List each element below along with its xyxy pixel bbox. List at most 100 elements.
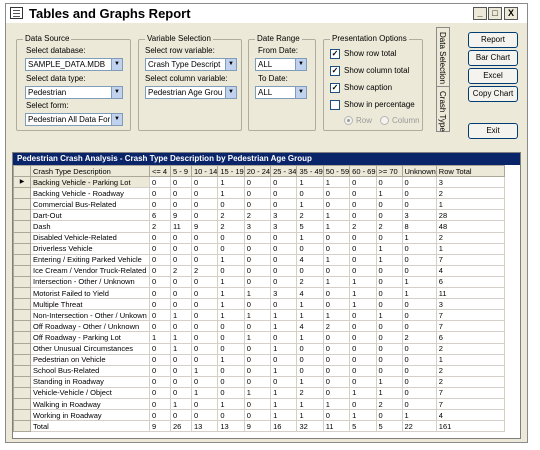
table-row[interactable]: Vehicle-Vehicle / Object 0 0 1 0 1 1 2 0 1 1 0 7 <box>13 386 505 399</box>
table-cell[interactable]: 0 <box>322 331 351 344</box>
table-cell[interactable]: 0 <box>375 409 403 422</box>
table-cell[interactable]: 1 <box>243 287 272 300</box>
row-radio[interactable]: Row <box>344 116 372 126</box>
tab-crash-type[interactable]: Crash Type <box>436 86 450 132</box>
table-row[interactable]: Commercial Bus-Related 0 0 0 0 0 0 1 0 0 0 0 1 <box>13 198 505 211</box>
chevron-down-icon[interactable]: ▼ <box>295 87 306 98</box>
table-cell[interactable]: 2 <box>375 220 403 233</box>
table-cell[interactable]: 0 <box>401 386 437 399</box>
table-cell[interactable]: 0 <box>243 298 272 311</box>
table-cell[interactable]: 0 <box>149 342 171 355</box>
column-header[interactable]: 60 - 69 <box>349 164 377 178</box>
table-cell[interactable]: 1 <box>322 397 351 411</box>
column-header[interactable]: Row Total <box>435 164 505 178</box>
table-cell[interactable]: 1 <box>322 275 351 289</box>
table-cell[interactable]: 0 <box>217 375 245 388</box>
checkbox-checked-icon[interactable]: ✓ <box>330 48 340 59</box>
report-button[interactable]: Report <box>468 32 518 48</box>
column-header[interactable]: 35 - 49 <box>296 164 324 178</box>
table-row[interactable]: Multiple Threat 0 0 0 1 0 0 1 0 1 0 0 3 <box>13 298 505 311</box>
table-cell[interactable]: 9 <box>170 209 192 222</box>
row-selector[interactable] <box>13 242 31 255</box>
table-cell[interactable]: 0 <box>217 231 245 244</box>
table-cell[interactable]: 1 <box>296 176 324 189</box>
row-label-cell[interactable]: Dart-Out <box>30 209 150 222</box>
table-cell[interactable]: 0 <box>170 187 192 200</box>
table-cell[interactable]: 2 <box>375 397 403 411</box>
column-radio[interactable]: Column <box>380 116 420 126</box>
table-row[interactable]: Off Roadway - Parking Lot 1 1 0 0 1 0 1 0 0 0 2 6 <box>13 331 505 344</box>
row-selector[interactable] <box>13 198 31 211</box>
table-cell[interactable]: 0 <box>170 198 192 211</box>
table-cell[interactable]: 0 <box>170 253 192 266</box>
table-row[interactable]: Entering / Exiting Parked Vehicle 0 0 0 1 0 0 4… <box>13 253 505 266</box>
table-cell[interactable]: 0 <box>270 198 298 211</box>
table-row[interactable]: ▶ Backing Vehicle - Parking Lot 0 0 0 1 0 0 1 1 0 0… <box>13 176 505 189</box>
table-cell[interactable]: 0 <box>190 320 219 333</box>
table-cell[interactable]: 6 <box>149 209 171 222</box>
table-cell[interactable]: 6 <box>435 275 505 289</box>
table-cell[interactable]: 0 <box>217 342 245 355</box>
table-cell[interactable]: 1 <box>322 220 351 233</box>
table-cell[interactable]: 0 <box>349 264 377 277</box>
table-cell[interactable]: 2 <box>190 264 219 277</box>
table-cell[interactable]: 0 <box>170 375 192 388</box>
table-cell[interactable]: 0 <box>190 342 219 355</box>
table-cell[interactable]: 7 <box>435 386 505 399</box>
table-cell[interactable]: 0 <box>243 375 272 388</box>
row-label-cell[interactable]: Backing Vehicle - Roadway <box>30 187 150 200</box>
table-cell[interactable]: 3 <box>270 287 298 300</box>
table-cell[interactable]: 22 <box>401 420 437 433</box>
table-cell[interactable]: 0 <box>190 331 219 344</box>
table-cell[interactable]: 2 <box>243 209 272 222</box>
column-header[interactable]: 10 - 14 <box>190 164 219 178</box>
chevron-down-icon[interactable]: ▼ <box>111 114 122 125</box>
table-cell[interactable]: 0 <box>217 242 245 255</box>
results-grid[interactable]: Pedestrian Crash Analysis - Crash Type D… <box>12 152 521 439</box>
table-cell[interactable]: 0 <box>243 342 272 355</box>
row-label-cell[interactable]: Ice Cream / Vendor Truck-Related <box>30 264 150 277</box>
table-row[interactable]: Driverless Vehicle 0 0 0 0 0 0 0 0 0 1 0 1 <box>13 242 505 255</box>
table-cell[interactable]: 0 <box>170 409 192 422</box>
table-cell[interactable]: 1 <box>322 209 351 222</box>
row-label-cell[interactable]: Disabled Vehicle-Related <box>30 231 150 244</box>
row-label-cell[interactable]: Entering / Exiting Parked Vehicle <box>30 253 150 266</box>
table-cell[interactable]: 0 <box>375 331 403 344</box>
row-selector[interactable]: ▶ <box>13 176 31 189</box>
chevron-down-icon[interactable]: ▼ <box>111 87 122 98</box>
table-cell[interactable]: 7 <box>435 320 505 333</box>
table-cell[interactable]: 0 <box>149 298 171 311</box>
show-row-total-checkbox[interactable]: ✓ Show row total <box>330 48 396 60</box>
table-cell[interactable]: 0 <box>349 187 377 200</box>
table-cell[interactable]: 0 <box>149 176 171 189</box>
table-row[interactable]: Total 9 26 13 13 9 16 32 11 5 5 22 161 <box>13 420 505 433</box>
checkbox-checked-icon[interactable]: ✓ <box>330 65 340 76</box>
table-cell[interactable]: 2 <box>296 386 324 399</box>
table-cell[interactable]: 4 <box>296 320 324 333</box>
table-cell[interactable]: 1 <box>401 231 437 244</box>
table-cell[interactable]: 0 <box>401 364 437 377</box>
table-row[interactable]: Dash 2 11 9 2 3 3 5 1 2 2 8 48 <box>13 220 505 233</box>
table-cell[interactable]: 0 <box>190 375 219 388</box>
table-cell[interactable]: 1 <box>375 187 403 200</box>
table-cell[interactable]: 7 <box>435 309 505 322</box>
table-cell[interactable]: 0 <box>322 364 351 377</box>
column-variable-select[interactable]: Pedestrian Age Grou ▼ <box>145 86 237 99</box>
radio-empty-icon[interactable] <box>380 116 389 126</box>
exit-button[interactable]: Exit <box>468 123 518 139</box>
table-cell[interactable]: 0 <box>375 198 403 211</box>
table-cell[interactable]: 1 <box>243 386 272 399</box>
table-cell[interactable]: 8 <box>401 220 437 233</box>
table-cell[interactable]: 0 <box>322 287 351 300</box>
table-cell[interactable]: 0 <box>322 409 351 422</box>
table-cell[interactable]: 1 <box>401 287 437 300</box>
table-cell[interactable]: 0 <box>401 397 437 411</box>
table-cell[interactable]: 1 <box>435 242 505 255</box>
table-cell[interactable]: 0 <box>190 253 219 266</box>
table-cell[interactable]: 0 <box>270 264 298 277</box>
row-selector[interactable] <box>13 420 31 433</box>
table-cell[interactable]: 0 <box>401 298 437 311</box>
table-cell[interactable]: 0 <box>170 176 192 189</box>
table-cell[interactable]: 1 <box>270 364 298 377</box>
table-cell[interactable]: 0 <box>243 397 272 411</box>
